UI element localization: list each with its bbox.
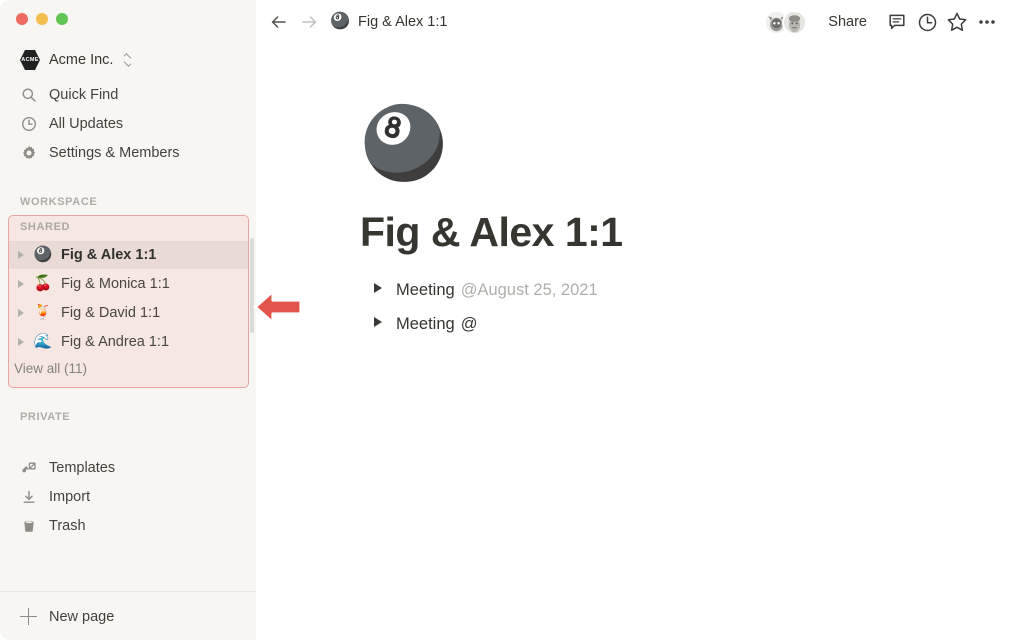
sidebar-item-label: Templates <box>49 459 116 476</box>
expand-triangle-icon[interactable] <box>18 251 24 259</box>
minimize-window-button[interactable] <box>36 13 48 25</box>
app-window: ACME Acme Inc. Quick Find All Updates Se… <box>0 0 1024 640</box>
sidebar-page-fig-monica[interactable]: 🍒 Fig & Monica 1:1 <box>9 270 248 298</box>
close-window-button[interactable] <box>16 13 28 25</box>
clock-icon <box>20 115 37 132</box>
view-all-shared-link[interactable]: View all (11) <box>14 361 87 376</box>
page-emoji-icon: 🌊 <box>33 333 53 350</box>
sidebar-item-trash[interactable]: Trash <box>14 512 92 539</box>
toggle-triangle-icon[interactable] <box>374 317 382 328</box>
avatar[interactable] <box>782 9 808 35</box>
comment-icon[interactable] <box>882 7 912 37</box>
sidebar-divider <box>0 591 256 592</box>
expand-triangle-icon[interactable] <box>18 280 24 288</box>
gear-icon <box>20 144 37 161</box>
toggle-block[interactable]: Meeting @August 25, 2021 <box>360 281 1024 315</box>
acme-logo-icon: ACME <box>20 50 40 70</box>
sidebar-item-all-updates[interactable]: All Updates <box>14 110 129 137</box>
new-page-button[interactable]: New page <box>14 603 120 630</box>
top-toolbar: 🎱 Fig & Alex 1:1 Share <box>256 0 1024 44</box>
breadcrumb-emoji-icon: 🎱 <box>330 13 350 30</box>
date-mention[interactable]: @August 25, 2021 <box>461 281 598 300</box>
expand-triangle-icon[interactable] <box>18 338 24 346</box>
clock-history-icon[interactable] <box>912 7 942 37</box>
star-icon[interactable] <box>942 7 972 37</box>
more-options-icon[interactable] <box>972 7 1002 37</box>
sidebar-scrollbar[interactable] <box>250 238 254 333</box>
forward-button[interactable] <box>294 7 324 37</box>
sidebar-item-label: All Updates <box>49 115 124 132</box>
workspace-name: Acme Inc. <box>49 52 114 68</box>
page-icon-emoji[interactable]: 🎱 <box>360 104 447 182</box>
page-title[interactable]: Fig & Alex 1:1 <box>360 209 1024 255</box>
maximize-window-button[interactable] <box>56 13 68 25</box>
sidebar-item-templates[interactable]: Templates <box>14 454 121 481</box>
window-controls <box>16 13 68 25</box>
page-emoji-icon: 🍒 <box>33 275 53 292</box>
chevron-up-down-icon <box>124 53 132 67</box>
page-emoji-icon: 🍹 <box>33 304 53 321</box>
main-content: 🎱 Fig & Alex 1:1 Share 🎱 Fig & Alex 1:1 … <box>256 0 1024 640</box>
page-emoji-icon: 🎱 <box>33 246 53 263</box>
sidebar-item-import[interactable]: Import <box>14 483 96 510</box>
sidebar-page-fig-david[interactable]: 🍹 Fig & David 1:1 <box>9 299 248 327</box>
sidebar-item-label: Trash <box>49 517 86 534</box>
collaborator-avatars[interactable] <box>764 9 808 35</box>
page-label: Fig & Monica 1:1 <box>61 276 170 292</box>
share-button[interactable]: Share <box>821 9 874 35</box>
sidebar-item-quick-find[interactable]: Quick Find <box>14 81 124 108</box>
toggle-block[interactable]: Meeting @ <box>360 315 1024 349</box>
page-label: Fig & Alex 1:1 <box>61 247 157 263</box>
sidebar: ACME Acme Inc. Quick Find All Updates Se… <box>0 0 256 640</box>
toggle-triangle-icon[interactable] <box>374 283 382 294</box>
breadcrumb[interactable]: Fig & Alex 1:1 <box>358 14 447 30</box>
workspace-switcher[interactable]: ACME Acme Inc. <box>14 47 137 73</box>
import-icon <box>20 488 37 505</box>
document-body: 🎱 Fig & Alex 1:1 Meeting @August 25, 202… <box>256 44 1024 349</box>
sidebar-page-fig-alex[interactable]: 🎱 Fig & Alex 1:1 <box>9 241 248 269</box>
expand-triangle-icon[interactable] <box>18 309 24 317</box>
workspace-section-label: WORKSPACE <box>20 196 98 208</box>
toggle-block-text: Meeting <box>396 281 455 300</box>
mention-trigger[interactable]: @ <box>461 315 478 334</box>
sidebar-page-fig-andrea[interactable]: 🌊 Fig & Andrea 1:1 <box>9 328 248 356</box>
acme-logo-text: ACME <box>21 57 39 63</box>
search-icon <box>20 86 37 103</box>
shared-section-label: SHARED <box>20 221 71 233</box>
private-section-label: PRIVATE <box>20 411 71 423</box>
sidebar-item-label: Settings & Members <box>49 144 180 161</box>
content-blocks: Meeting @August 25, 2021 Meeting @ <box>360 281 1024 349</box>
plus-icon <box>20 608 37 625</box>
page-label: Fig & David 1:1 <box>61 305 161 321</box>
templates-icon <box>20 459 37 476</box>
sidebar-item-settings-members[interactable]: Settings & Members <box>14 139 186 166</box>
sidebar-item-label: Import <box>49 488 91 505</box>
trash-icon <box>20 517 37 534</box>
toggle-block-text: Meeting <box>396 315 455 334</box>
sidebar-item-label: Quick Find <box>49 86 119 103</box>
new-page-label: New page <box>49 608 115 625</box>
back-button[interactable] <box>264 7 294 37</box>
page-label: Fig & Andrea 1:1 <box>61 334 170 350</box>
